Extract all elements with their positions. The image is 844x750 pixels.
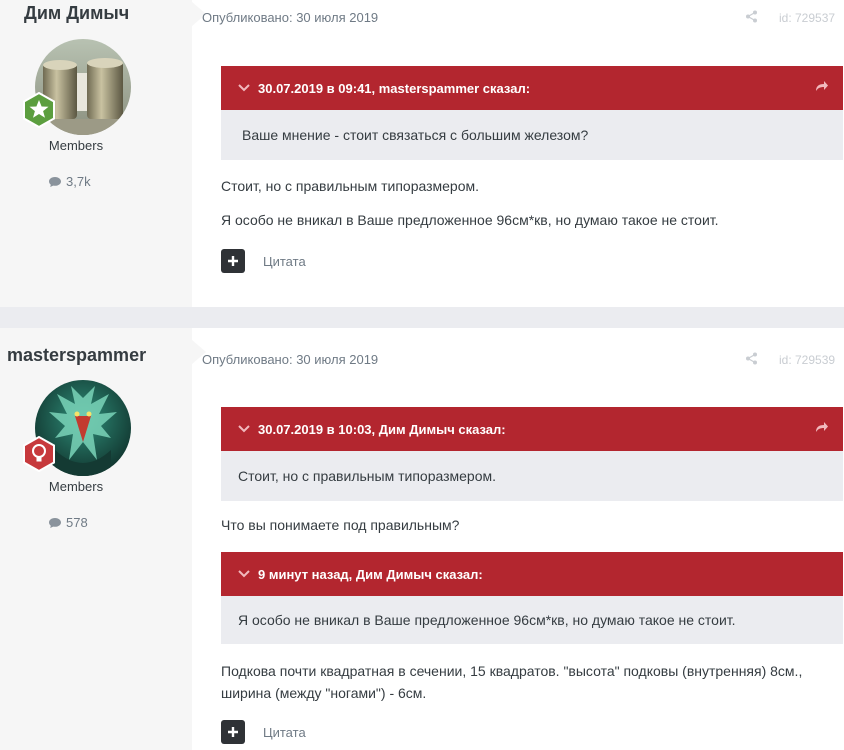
post-count-value: 3,7k <box>66 174 91 189</box>
post-count[interactable]: 3,7k <box>48 174 91 189</box>
published-date[interactable]: Опубликовано: 30 июля 2019 <box>202 10 378 25</box>
comment-icon <box>49 517 61 528</box>
published-date[interactable]: Опубликовано: 30 июля 2019 <box>202 352 378 367</box>
quote-text: Ваше мнение - стоит связаться с большим … <box>242 127 589 143</box>
chevron-down-icon[interactable] <box>238 425 250 433</box>
member-group: Members <box>48 479 104 494</box>
quote-block: 9 минут назад, Дим Димыч сказал: Я особо… <box>221 552 843 644</box>
post-1: Дим Димыч Members 3,7k Опубликовано: 30 … <box>0 0 844 307</box>
post-count[interactable]: 578 <box>48 515 88 530</box>
author-name[interactable]: masterspammer <box>7 345 146 366</box>
author-name[interactable]: Дим Димыч <box>24 3 129 24</box>
quote-citation: 30.07.2019 в 09:41, masterspammer сказал… <box>258 80 531 96</box>
plus-icon <box>228 727 238 737</box>
jump-to-post-icon[interactable] <box>815 80 829 95</box>
chevron-down-icon[interactable] <box>238 570 250 578</box>
post-paragraph: ширина (между "ногами") - 6см. <box>221 685 427 701</box>
quote-button[interactable]: Цитата <box>263 254 306 269</box>
quote-block: 30.07.2019 в 09:41, masterspammer сказал… <box>221 66 843 160</box>
post-id: id: 729537 <box>779 11 836 25</box>
post-id: id: 729539 <box>779 353 836 367</box>
quote-header[interactable]: 9 минут назад, Дим Димыч сказал: <box>221 552 843 596</box>
plus-icon <box>228 256 238 266</box>
star-badge-icon <box>21 91 57 129</box>
quote-action: Цитата <box>221 720 306 744</box>
quote-citation: 9 минут назад, Дим Димыч сказал: <box>258 566 483 582</box>
multiquote-button[interactable] <box>221 720 245 744</box>
post-paragraph: Что вы понимаете под правильным? <box>221 517 460 533</box>
quote-button[interactable]: Цитата <box>263 725 306 740</box>
quote-citation: 30.07.2019 в 10:03, Дим Димыч сказал: <box>258 421 506 437</box>
lightbulb-badge-icon <box>21 435 57 473</box>
quote-text: Стоит, но с правильным типоразмером. <box>238 468 497 484</box>
post-count-value: 578 <box>66 515 88 530</box>
post-2: masterspammer Members 578 Опубликовано: … <box>0 328 844 750</box>
post-paragraph: Подкова почти квадратная в сечении, 15 к… <box>221 663 803 679</box>
quote-action: Цитата <box>221 249 306 273</box>
share-icon[interactable] <box>745 10 758 28</box>
chevron-down-icon[interactable] <box>238 84 250 92</box>
post-paragraph: Я особо не вникал в Ваше предложенное 96… <box>221 212 719 228</box>
comment-icon <box>49 176 61 187</box>
quote-block: 30.07.2019 в 10:03, Дим Димыч сказал: Ст… <box>221 407 843 501</box>
multiquote-button[interactable] <box>221 249 245 273</box>
quote-header[interactable]: 30.07.2019 в 10:03, Дим Димыч сказал: <box>221 407 843 451</box>
post-paragraph: Стоит, но с правильным типоразмером. <box>221 178 480 194</box>
jump-to-post-icon[interactable] <box>815 421 829 436</box>
quote-text: Я особо не вникал в Ваше предложенное 96… <box>238 612 736 628</box>
member-group: Members <box>48 138 104 153</box>
share-icon[interactable] <box>745 352 758 370</box>
quote-header[interactable]: 30.07.2019 в 09:41, masterspammer сказал… <box>221 66 843 110</box>
